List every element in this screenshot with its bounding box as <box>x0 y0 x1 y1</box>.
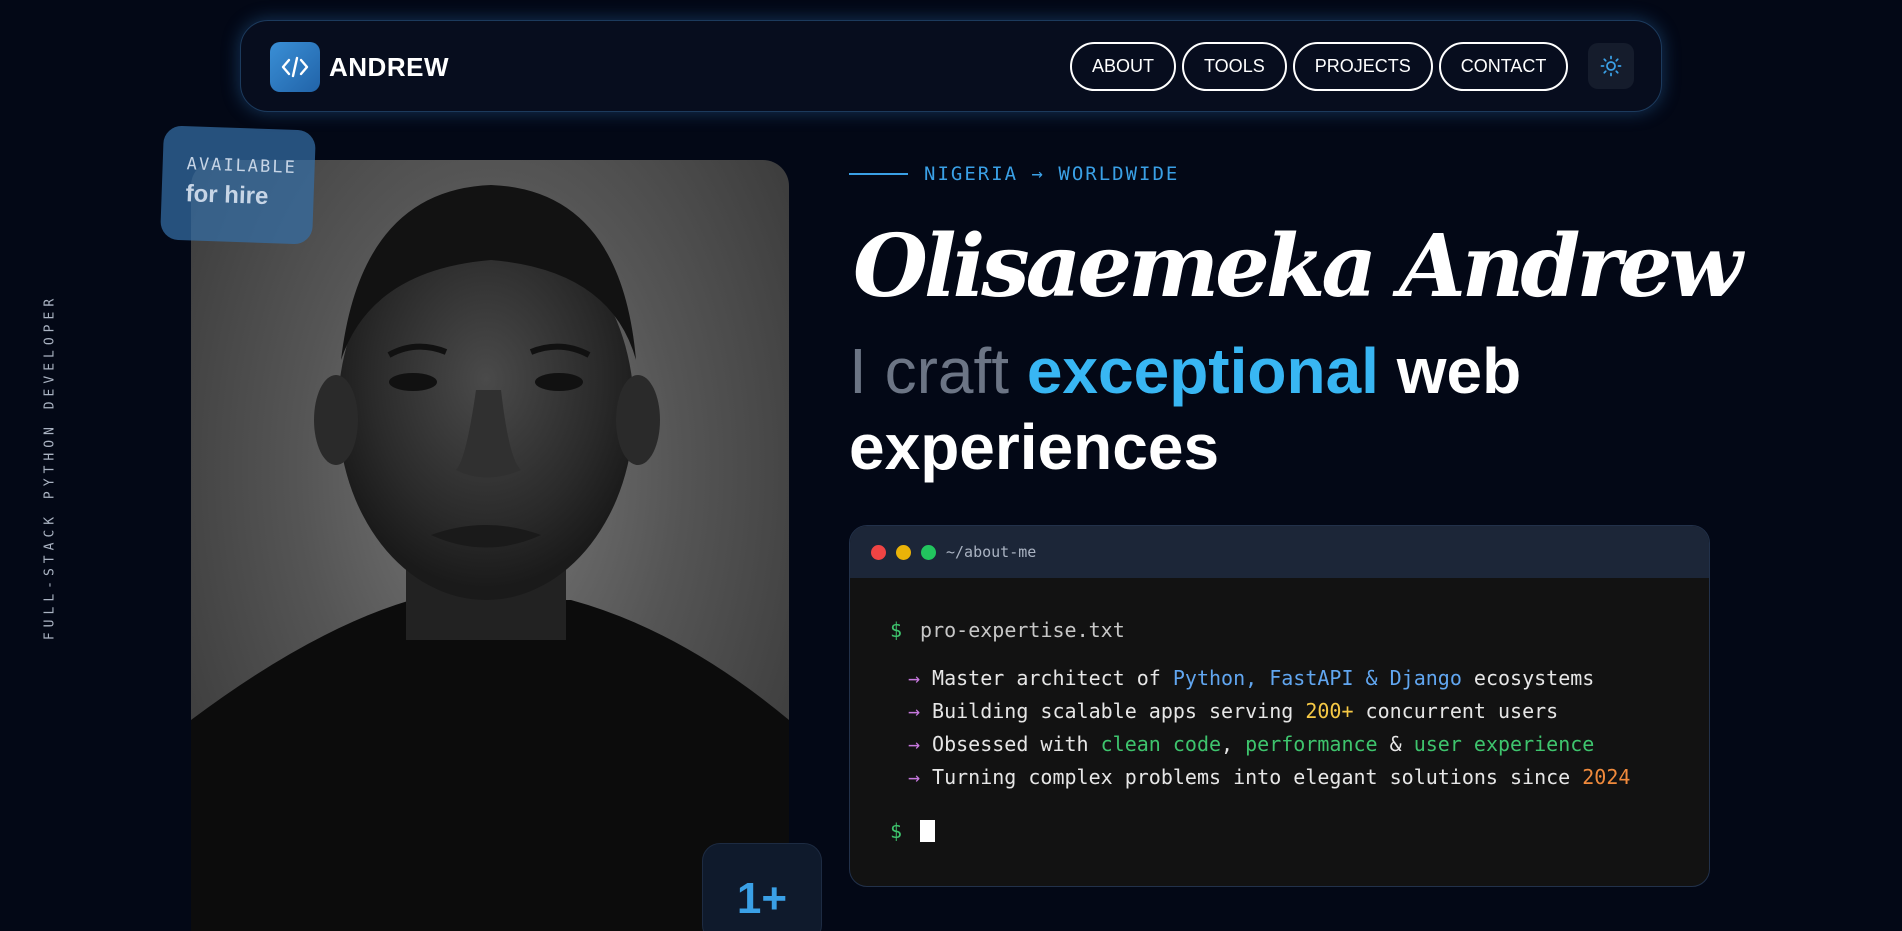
output-highlight: performance <box>1245 732 1378 756</box>
terminal-window: ~/about-me $ pro-expertise.txt → Master a… <box>849 525 1710 887</box>
command-text: pro-expertise.txt <box>920 618 1125 642</box>
brand-name: ANDREW <box>329 51 449 82</box>
prompt-symbol: $ <box>890 618 903 642</box>
text-cursor <box>920 820 936 842</box>
output-text: Master architect of <box>932 666 1173 690</box>
output-line: → Master architect of Python, FastAPI & D… <box>908 662 1709 695</box>
availability-label: AVAILABLE <box>186 154 298 179</box>
output-text: Building scalable apps serving <box>932 699 1306 723</box>
arrow-icon: → <box>908 732 921 756</box>
side-role-label: FULL-STACK PYTHON DEVELOPER <box>42 293 58 641</box>
arrow-icon: → <box>908 699 921 723</box>
experience-value: 1+ <box>736 874 788 923</box>
location-text: NIGERIA → WORLDWIDE <box>924 163 1180 185</box>
hero-tagline: I craft exceptional web experiences <box>849 333 1569 485</box>
output-line: → Building scalable apps serving 200+ con… <box>908 695 1709 728</box>
terminal-title: ~/about-me <box>946 543 1037 561</box>
minimize-dot-icon <box>896 544 911 560</box>
nav-link-about[interactable]: ABOUT <box>1070 42 1177 91</box>
nav-link-projects[interactable]: PROJECTS <box>1292 42 1433 91</box>
nav-link-contact[interactable]: CONTACT <box>1438 42 1569 91</box>
prompt-symbol: $ <box>890 819 903 843</box>
output-text: concurrent users <box>1353 699 1559 723</box>
output-text: ecosystems <box>1461 666 1595 690</box>
location-divider <box>849 173 908 175</box>
output-highlight: 200+ <box>1305 699 1354 723</box>
terminal-titlebar: ~/about-me <box>850 526 1709 578</box>
nav-links: ABOUT TOOLS PROJECTS CONTACT <box>1070 42 1569 91</box>
output-lines: → Master architect of Python, FastAPI & D… <box>890 662 1709 794</box>
location-tag: NIGERIA → WORLDWIDE <box>849 163 1179 185</box>
arrow-icon: → <box>908 666 921 690</box>
output-highlight: clean code <box>1100 732 1222 756</box>
hero-name: Olisaemeka Andrew <box>853 216 1743 317</box>
output-line: → Obsessed with clean code, performance &… <box>908 728 1709 761</box>
terminal-body: $ pro-expertise.txt → Master architect of… <box>850 578 1709 843</box>
nav-link-tools[interactable]: TOOLS <box>1182 42 1287 91</box>
tagline-accent: exceptional <box>1026 335 1379 407</box>
sun-icon <box>1600 55 1622 77</box>
arrow-icon: → <box>908 765 921 789</box>
portrait-illustration <box>191 185 789 931</box>
availability-badge: AVAILABLE for hire <box>160 125 316 245</box>
output-text: & <box>1377 732 1414 756</box>
output-highlight: Python, FastAPI & Django <box>1172 666 1462 690</box>
output-highlight: 2024 <box>1582 765 1631 789</box>
brand-logo[interactable]: ANDREW <box>270 42 449 92</box>
theme-toggle-button[interactable] <box>1588 43 1634 89</box>
output-text: Obsessed with <box>932 732 1101 756</box>
output-text: , <box>1221 732 1246 756</box>
output-line: → Turning complex problems into elegant s… <box>908 761 1709 794</box>
output-highlight: user experience <box>1413 732 1595 756</box>
command-line: $ pro-expertise.txt <box>890 618 1709 642</box>
input-line[interactable]: $ <box>890 819 1709 843</box>
close-dot-icon <box>871 544 886 560</box>
hire-status: for hire <box>185 180 269 211</box>
experience-card: 1+ <box>702 843 822 931</box>
maximize-dot-icon <box>921 544 936 560</box>
tagline-muted: I craft <box>849 335 1010 407</box>
code-brackets-icon <box>270 42 320 92</box>
output-text: Turning complex problems into elegant so… <box>932 765 1583 789</box>
profile-photo <box>191 160 789 931</box>
navbar: ANDREW ABOUT TOOLS PROJECTS CONTACT <box>240 20 1662 112</box>
